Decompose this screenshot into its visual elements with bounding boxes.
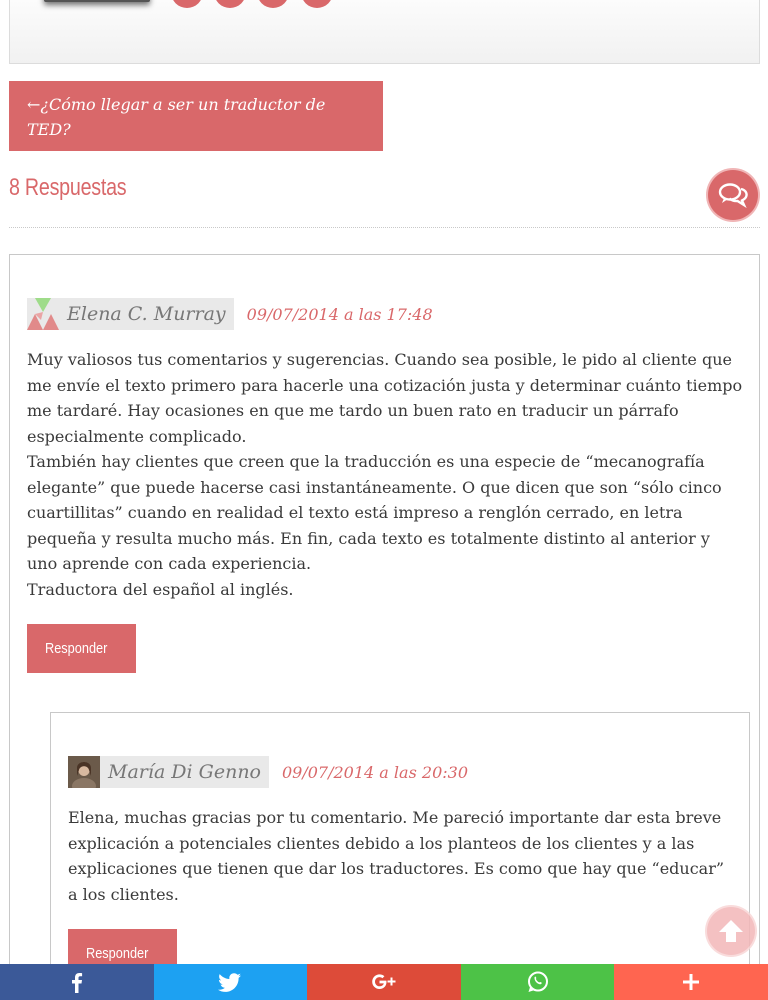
author-box xyxy=(9,0,760,64)
comment-body: Elena, muchas gracias por tu comentario.… xyxy=(68,805,733,907)
google-plus-icon xyxy=(372,974,396,989)
comment-body: Muy valiosos tus comentarios y sugerenci… xyxy=(27,347,743,602)
comment-paragraph: Muy valiosos tus comentarios y sugerenci… xyxy=(27,350,743,446)
comment-paragraph: También hay clientes que creen que la tr… xyxy=(27,452,722,573)
comment-meta: María Di Genno 09/07/2014 a las 20:30 xyxy=(68,756,468,788)
divider xyxy=(9,227,760,228)
comment-author[interactable]: Elena C. Murray xyxy=(59,298,234,330)
responses-count-heading: 8 Respuestas xyxy=(9,174,127,201)
twitter-icon xyxy=(218,973,242,992)
comment-reply: María Di Genno 09/07/2014 a las 20:30 El… xyxy=(50,712,750,1000)
whatsapp-icon xyxy=(527,971,548,992)
author-photo xyxy=(44,0,150,2)
identicon-avatar xyxy=(27,298,59,330)
back-to-top-button[interactable] xyxy=(707,907,755,955)
comment-meta: Elena C. Murray 09/07/2014 a las 17:48 xyxy=(27,298,433,330)
comment-date-link[interactable]: 09/07/2014 a las 20:30 xyxy=(282,763,468,782)
facebook-icon xyxy=(71,973,82,993)
comments-icon[interactable] xyxy=(708,170,758,220)
share-whatsapp-button[interactable] xyxy=(460,964,615,1000)
share-google-plus-button[interactable] xyxy=(307,964,461,1000)
comment-author[interactable]: María Di Genno xyxy=(100,756,269,788)
share-facebook-button[interactable] xyxy=(0,964,154,1000)
photo-avatar xyxy=(68,756,100,788)
share-bar xyxy=(0,964,768,1000)
comment-date-link[interactable]: 09/07/2014 a las 17:48 xyxy=(247,305,433,324)
comment-paragraph: Elena, muchas gracias por tu comentario.… xyxy=(68,808,725,904)
previous-post-link[interactable]: ←¿Cómo llegar a ser un traductor de TED? xyxy=(9,81,383,151)
previous-post-title: ¿Cómo llegar a ser un traductor de TED? xyxy=(27,95,326,139)
share-twitter-button[interactable] xyxy=(153,964,308,1000)
reply-button[interactable]: Responder xyxy=(27,624,137,673)
arrow-left-icon: ← xyxy=(27,95,41,114)
comment-paragraph: Traductora del español al inglés. xyxy=(27,579,294,599)
arrow-up-icon xyxy=(719,920,743,942)
share-more-button[interactable] xyxy=(614,964,768,1000)
plus-icon xyxy=(683,974,700,990)
